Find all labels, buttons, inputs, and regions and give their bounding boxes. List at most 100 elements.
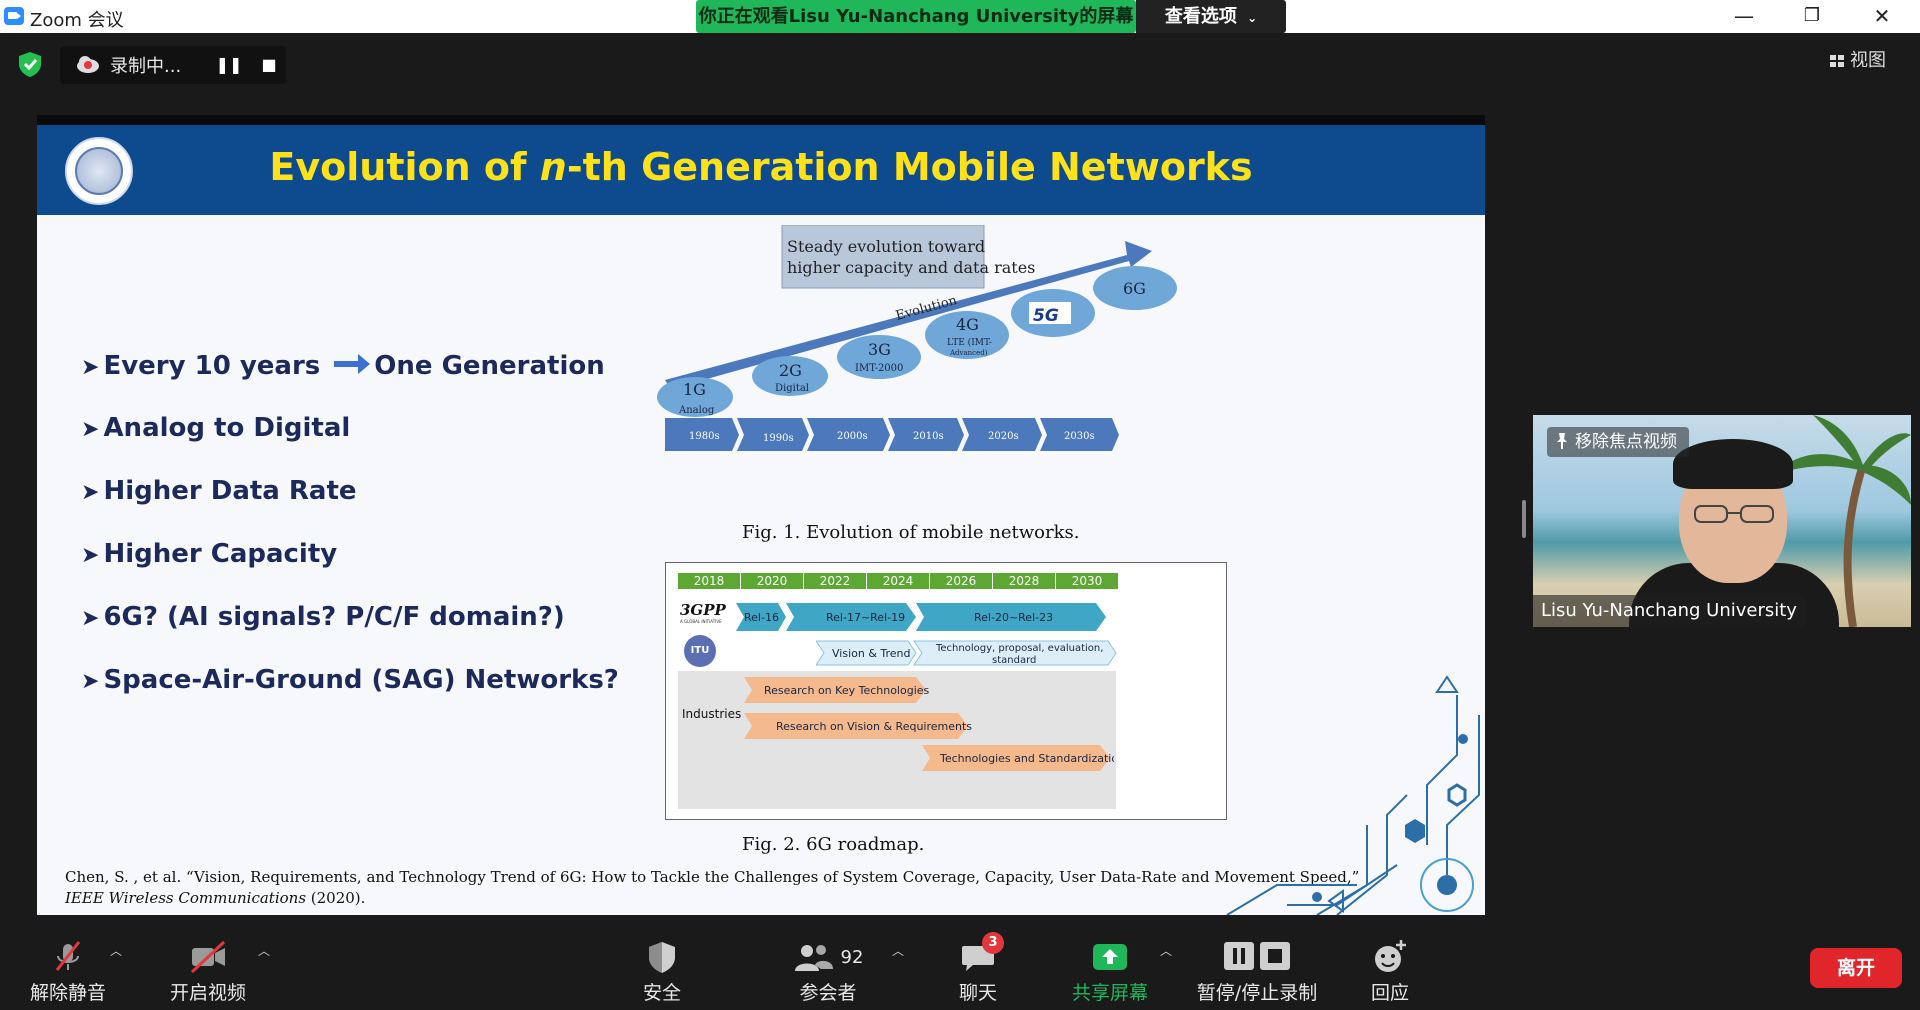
camera-off-icon	[190, 940, 226, 974]
fig1-decade-2000s: 2000s	[837, 431, 868, 442]
share-options-caret-icon[interactable]: ︿	[1160, 942, 1172, 959]
fig1-caption: Fig. 1. Evolution of mobile networks.	[742, 522, 1080, 543]
shared-slide: Evolution of n-th Generation Mobile Netw…	[37, 115, 1485, 915]
svg-text:IMT-2000: IMT-2000	[855, 363, 903, 374]
fig1-gen-4g: 4G LTE (IMT- Advanced)	[925, 311, 1009, 359]
fig2-year: 2018	[678, 573, 741, 589]
shield-icon	[649, 942, 675, 973]
fig2-caption: Fig. 2. 6G roadmap.	[742, 834, 925, 855]
bullet-arrow-icon: ➤	[81, 355, 100, 380]
fig1-gen-5g: 5G	[1011, 289, 1095, 337]
grid-view-icon	[1830, 55, 1844, 67]
participant-hair	[1673, 439, 1793, 489]
pin-icon	[1557, 433, 1567, 449]
fig2-year: 2022	[804, 573, 867, 589]
fig1-decade-row: 1980s 1990s 2000s 2010s 2020s 2030s	[665, 418, 1119, 451]
participants-caret-icon[interactable]: ︿	[892, 942, 904, 959]
close-button[interactable]: ✕	[1852, 0, 1912, 33]
fig2-tech-standard: Technologies and Standardization	[939, 752, 1114, 765]
unmute-button[interactable]: 解除静音	[20, 930, 116, 1008]
svg-text:Advanced): Advanced)	[949, 349, 988, 357]
slide-header: Evolution of n-th Generation Mobile Netw…	[37, 125, 1485, 215]
fig2-year: 2024	[867, 573, 930, 589]
svg-text:Digital: Digital	[775, 383, 809, 394]
circuit-decoration	[1226, 675, 1480, 915]
screen-share-banner: 你正在观看Lisu Yu-Nanchang University的屏幕	[696, 0, 1136, 33]
minimize-button[interactable]: —	[1714, 0, 1774, 33]
bullet-sag: ➤ Space-Air-Ground (SAG) Networks?	[81, 665, 619, 695]
glasses-icon	[1694, 505, 1774, 523]
leave-meeting-button[interactable]: 离开	[1810, 948, 1902, 988]
recording-status: 录制中...	[110, 56, 182, 77]
pause-stop-icon	[1224, 942, 1290, 970]
fig2-itu-logo: ITU	[684, 635, 716, 667]
fig2-year: 2028	[993, 573, 1056, 589]
svg-text:3G: 3G	[868, 340, 891, 359]
security-button[interactable]: 安全	[620, 930, 704, 1008]
fig2-rel16: Rel-16	[744, 611, 779, 624]
window-title: Zoom 会议	[30, 10, 124, 31]
video-options-caret-icon[interactable]: ︿	[258, 942, 270, 959]
security-label: 安全	[642, 982, 681, 1004]
fig1-decade-1990s: 1990s	[763, 433, 794, 444]
audio-options-caret-icon[interactable]: ︿	[110, 942, 122, 959]
bullet-arrow-icon: ➤	[81, 480, 100, 505]
fig2-3gpp-releases: Rel-16 Rel-17~Rel-19 Rel-20~Rel-23	[736, 603, 1106, 631]
view-button[interactable]: 视图	[1830, 46, 1910, 76]
fig2-year: 2020	[741, 573, 804, 589]
start-video-button[interactable]: 开启视频	[160, 930, 256, 1008]
fig2-year: 2030	[1056, 573, 1119, 589]
chat-label: 聊天	[958, 982, 997, 1004]
share-screen-button[interactable]: 共享屏幕	[1060, 930, 1160, 1008]
view-button-label: 视图	[1850, 50, 1886, 71]
pause-stop-recording-button[interactable]: 暂停/停止录制	[1190, 930, 1324, 1008]
fig1-decade-2030s: 2030s	[1064, 431, 1095, 442]
participants-button[interactable]: 92 参会者	[780, 930, 876, 1008]
fig1-gen-6g: 6G	[1093, 266, 1177, 310]
fig2-industries-area: Industries Research on Key Technologies …	[678, 671, 1116, 809]
pause-recording-button[interactable]: ❚❚	[214, 50, 244, 80]
stop-recording-button[interactable]: ■	[254, 50, 284, 80]
chat-button[interactable]: 聊天	[936, 930, 1020, 1008]
unmute-label: 解除静音	[29, 982, 106, 1004]
participant-name-label: Lisu Yu-Nanchang University	[1533, 595, 1805, 627]
svg-text:5G: 5G	[1033, 306, 1059, 326]
fig2-tech-proposal-2: standard	[992, 655, 1036, 666]
reaction-smile-icon	[1375, 940, 1406, 972]
view-options-label: 查看选项	[1164, 6, 1237, 27]
fig2-tech-proposal-1: Technology, proposal, evaluation,	[935, 643, 1103, 654]
cloud-record-icon	[77, 56, 99, 73]
bullet-6g: ➤ 6G? (AI signals? P/C/F domain?)	[81, 602, 565, 632]
reactions-button[interactable]: 回应	[1350, 930, 1430, 1008]
participants-label: 参会者	[799, 982, 857, 1004]
fig1-callout-box	[781, 225, 985, 289]
fig1-callout-line2: higher capacity and data rates	[787, 258, 1035, 277]
fig2-year-row: 2018 2020 2022 2024 2026 2028 2030	[678, 573, 1119, 589]
bullet-analog-digital: ➤ Analog to Digital	[81, 413, 351, 443]
svg-text:Analog: Analog	[678, 405, 715, 416]
fig2-research-key: Research on Key Technologies	[764, 684, 930, 697]
fig2-industry-chevrons: Research on Key Technologies Research on…	[744, 677, 1114, 771]
figure-evolution-diagram: Steady evolution toward higher capacity …	[657, 225, 1177, 451]
pause-stop-recording-label: 暂停/停止录制	[1196, 982, 1318, 1004]
title-bar: Zoom 会议 你正在观看Lisu Yu-Nanchang University…	[0, 0, 1920, 33]
svg-text:2G: 2G	[779, 361, 802, 380]
microphone-muted-icon	[55, 941, 81, 971]
panel-resize-handle[interactable]	[1522, 500, 1526, 538]
fig1-decade-2010s: 2010s	[913, 431, 944, 442]
fig2-vision-trend: Vision & Trend	[832, 647, 911, 660]
chat-unread-badge: 3	[982, 932, 1004, 954]
view-options-button[interactable]: 查看选项 ⌄	[1136, 0, 1286, 33]
svg-text:4G: 4G	[956, 315, 979, 334]
bullet-arrow-icon: ➤	[81, 417, 100, 442]
participant-video-tile[interactable]: 移除焦点视频 Lisu Yu-Nanchang University	[1533, 415, 1911, 627]
fig1-decade-1980s: 1980s	[689, 431, 720, 442]
fig1-decade-2020s: 2020s	[988, 431, 1019, 442]
bullet-arrow-icon: ➤	[81, 543, 100, 568]
bullet-capacity: ➤ Higher Capacity	[81, 539, 338, 569]
restore-button[interactable]: ❐	[1782, 0, 1842, 33]
bullet-data-rate: ➤ Higher Data Rate	[81, 476, 357, 506]
remove-spotlight-button[interactable]: 移除焦点视频	[1547, 427, 1689, 457]
encryption-shield-icon[interactable]	[16, 50, 44, 78]
fig2-rel17-19: Rel-17~Rel-19	[826, 611, 905, 624]
